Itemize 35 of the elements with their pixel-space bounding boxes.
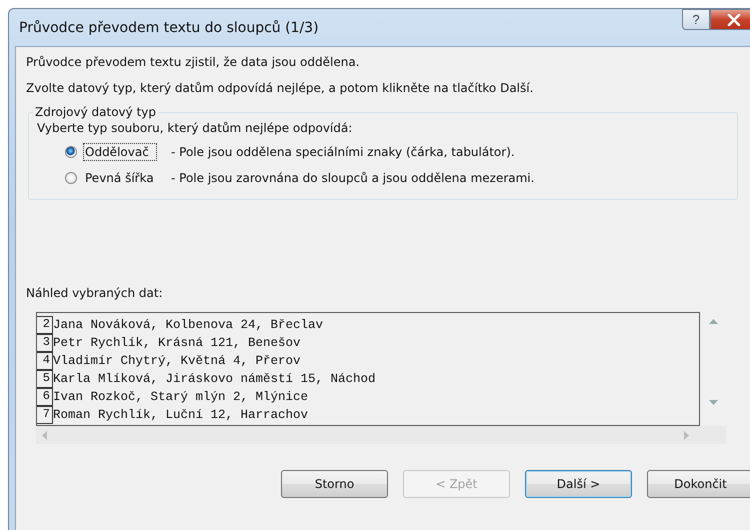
row-number: 5: [37, 370, 53, 388]
instruction-text: Zvolte datový typ, který datům odpovídá nejlépe, a potom klikněte na tlačítko Další.: [26, 81, 534, 95]
window-title: Průvodce převodem textu do sloupců (1/3): [19, 20, 319, 36]
preview-line: Vladimír Chytrý, Květná 4, Přerov: [53, 354, 301, 368]
preview-line: Roman Rychlík, Luční 12, Harrachov: [53, 408, 308, 422]
horizontal-scrollbar[interactable]: [36, 426, 726, 444]
scroll-left-icon[interactable]: [41, 430, 47, 440]
close-button[interactable]: [710, 9, 750, 30]
option-label[interactable]: Oddělovač: [83, 143, 157, 161]
row-number: 7: [37, 406, 53, 424]
row-number: 3: [37, 334, 53, 352]
dialog-button[interactable]: Dokončit: [647, 470, 750, 498]
preview-line: Jana Nováková, Kolbenova 24, Břeclav: [53, 318, 324, 332]
scroll-right-icon[interactable]: [684, 430, 690, 440]
radio-button[interactable]: [65, 146, 77, 158]
row-number: 4: [37, 352, 53, 370]
option-description: - Pole jsou zarovnána do sloupců a jsou oddělena mezerami.: [171, 171, 534, 185]
option-label[interactable]: Pevná šířka: [83, 169, 165, 187]
preview-label: Náhled vybraných dat:: [26, 286, 164, 300]
scroll-down-icon[interactable]: [708, 400, 718, 406]
help-button[interactable]: ?: [682, 9, 710, 30]
option-description: - Pole jsou oddělena speciálními znaky (čárka, tabulátor).: [171, 145, 515, 159]
preview-line: Ivan Rozkoč, Starý mlýn 2, Mlýnice: [53, 390, 308, 404]
dialog-button[interactable]: Storno: [281, 470, 388, 498]
preview-line: Karla Mlíková, Jiráskovo náměstí 15, Náchod: [53, 372, 376, 386]
row-number: 6: [37, 388, 53, 406]
group-title: Zdrojový datový typ: [34, 105, 158, 119]
scroll-up-icon[interactable]: [708, 318, 718, 324]
close-icon: [727, 14, 741, 26]
preview-line: Petr Rychlík, Krásná 121, Benešov: [53, 336, 301, 350]
row-number: 2: [37, 316, 53, 334]
prompt-text: Vyberte typ souboru, který datům nejlépe odpovídá:: [37, 121, 354, 135]
dialog-button[interactable]: Další >: [525, 470, 632, 498]
radio-button[interactable]: [65, 172, 77, 184]
intro-text: Průvodce převodem textu zjistil, že data jsou oddělena.: [26, 55, 360, 69]
